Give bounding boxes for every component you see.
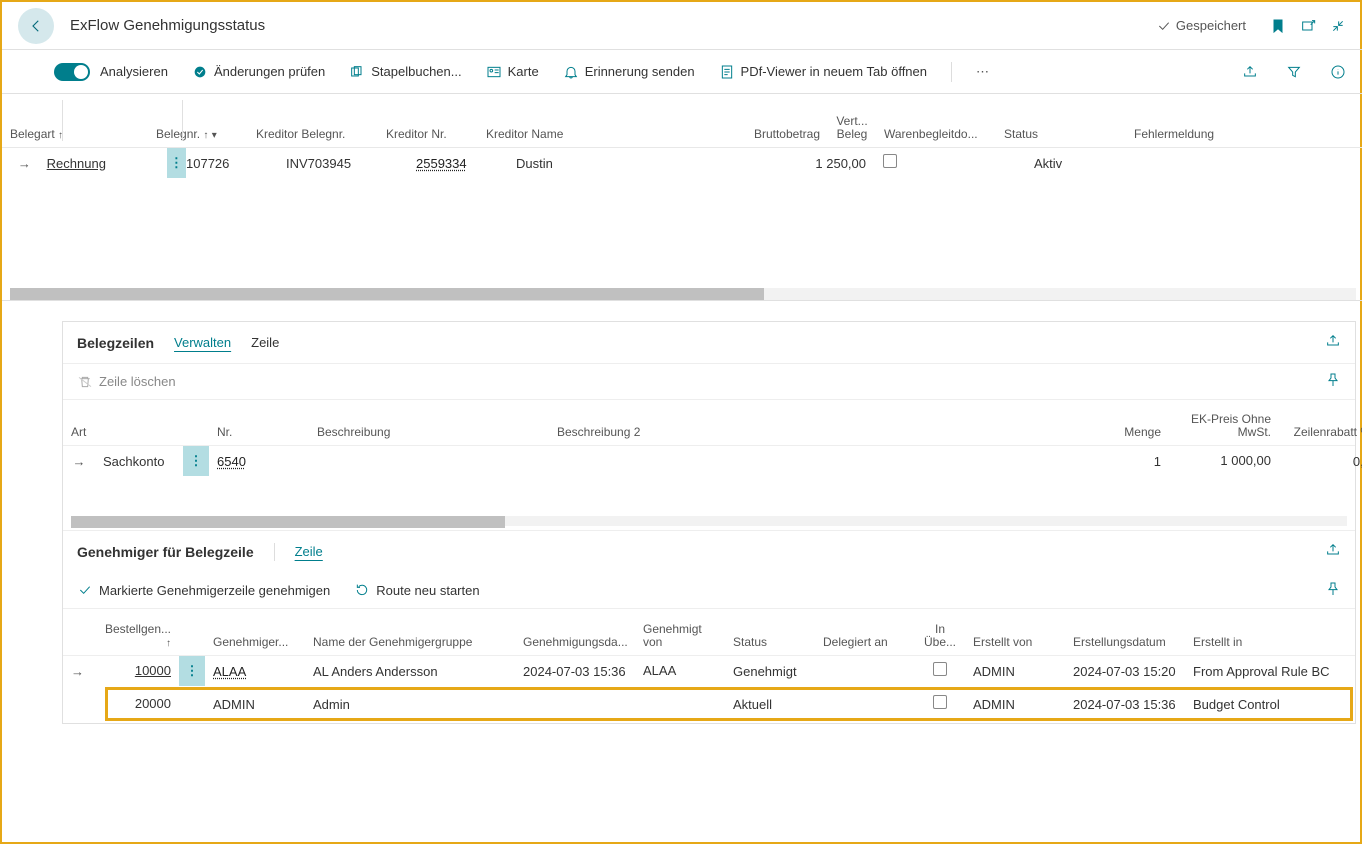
saved-label: Gespeichert [1176,18,1246,33]
lines-table-row[interactable]: → Sachkonto ⋮ 6540 1 1 000,00 0,0 [63,446,1355,476]
menge-cell: 1 [1069,454,1169,469]
main-grid-header: Belegart ↑ Belegnr. ↑ ▾ Kreditor Belegnr… [2,94,1362,148]
lines-grid-header: Art Nr. Beschreibung Beschreibung 2 Meng… [63,400,1355,446]
approver-row[interactable]: → 10000 ⋮ ALAA AL Anders Andersson 2024-… [63,656,1355,686]
main-grid: Belegart ↑ Belegnr. ↑ ▾ Kreditor Belegnr… [2,94,1362,301]
lines-panel-title: Belegzeilen [77,335,154,351]
reminder-button[interactable]: Erinnerung senden [563,64,695,80]
restart-route-button[interactable]: Route neu starten [354,582,479,598]
page-title: ExFlow Genehmigungsstatus [70,17,265,34]
delete-icon [77,374,93,390]
bestell-link[interactable]: 10000 [135,663,171,678]
row-menu-button[interactable]: ⋮ [179,656,205,686]
analyze-label: Analysieren [100,64,168,79]
delete-line-button: Zeile löschen [77,374,176,390]
page-header: ExFlow Genehmigungsstatus Gespeichert [2,2,1362,50]
popout-icon[interactable] [1298,16,1318,36]
uber-checkbox[interactable] [933,695,947,709]
restart-icon [354,582,370,598]
bookmark-icon[interactable] [1268,16,1288,36]
approve-selected-button[interactable]: Markierte Genehmigerzeile genehmigen [77,582,330,598]
row-indicator-icon[interactable]: → [2,156,47,171]
analyze-toggle[interactable] [54,63,90,81]
belegart-link[interactable]: Rechnung [47,156,106,171]
uber-checkbox[interactable] [933,662,947,676]
lines-panel: Belegzeilen Verwalten Zeile Zeile lösche… [62,321,1356,724]
collapse-icon[interactable] [1328,16,1348,36]
check-icon [77,582,93,598]
pin-icon[interactable] [1325,581,1341,600]
row-menu-button[interactable]: ⋮ [183,446,209,476]
kreditor-belegnr-cell: INV703945 [286,156,416,171]
pdf-viewer-button[interactable]: PDf-Viewer in neuem Tab öffnen [719,64,927,80]
approver-tab-line[interactable]: Zeile [295,544,323,559]
status-cell: Aktiv [1034,156,1164,171]
table-row[interactable]: → Rechnung ⋮ 107726 INV703945 2559334 Du… [2,148,1362,178]
nr-link[interactable]: 6540 [217,454,246,469]
pin-icon[interactable] [1325,372,1341,391]
vert-checkbox[interactable] [883,154,897,168]
approver-grid-header: Bestellgen...↑ Genehmiger... Name der Ge… [63,608,1355,656]
check-changes-button[interactable]: Änderungen prüfen [192,64,325,80]
share-icon[interactable] [1325,542,1341,561]
info-icon[interactable] [1328,62,1348,82]
saved-indicator: Gespeichert [1156,18,1246,34]
share-icon[interactable] [1240,62,1260,82]
check-badge-icon [192,64,208,80]
pdf-icon [719,64,735,80]
batch-button[interactable]: Stapelbuchen... [349,64,461,80]
tab-line[interactable]: Zeile [251,335,279,350]
approver-row-highlighted[interactable]: 20000 ADMIN Admin Aktuell ADMIN 2024-07-… [107,689,1351,719]
action-toolbar: Analysieren Änderungen prüfen Stapelbuch… [2,50,1362,94]
column-filter-icon[interactable]: ▾ [212,130,217,141]
art-cell: Sachkonto [95,454,183,469]
tab-manage[interactable]: Verwalten [174,335,231,350]
horizontal-scrollbar[interactable] [10,288,1356,300]
back-button[interactable] [18,8,54,44]
row-menu-button[interactable]: ⋮ [167,148,186,178]
row-indicator-icon[interactable]: → [63,664,85,679]
ek-cell: 1 000,00 [1169,446,1279,476]
approver-panel-header: Genehmiger für Belegzeile Zeile [63,530,1355,572]
kreditor-nr-link[interactable]: 2559334 [416,156,467,171]
approver-panel-title: Genehmiger für Belegzeile [77,544,254,560]
card-icon [486,64,502,80]
horizontal-scrollbar[interactable] [71,516,1347,526]
more-actions-button[interactable]: ⋯ [976,64,991,80]
card-button[interactable]: Karte [486,64,539,80]
sort-asc-icon[interactable]: ↑ [203,130,208,141]
rabatt-cell: 0,0 [1279,454,1362,469]
belegnr-cell: 107726 [186,156,286,171]
filter-icon[interactable] [1284,62,1304,82]
kreditor-name-cell: Dustin [516,156,736,171]
row-indicator-icon[interactable]: → [63,454,95,469]
stack-icon [349,64,365,80]
bruttobetrag-cell: 1 250,00 [736,156,866,171]
bell-icon [563,64,579,80]
genehmiger-link[interactable]: ALAA [213,664,246,679]
share-icon[interactable] [1325,333,1341,352]
